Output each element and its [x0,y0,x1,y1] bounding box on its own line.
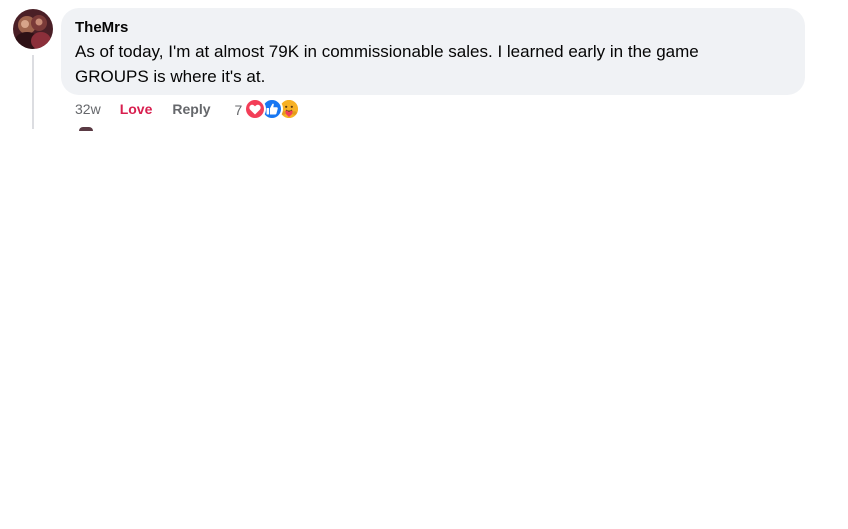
avatar-image [13,9,53,49]
comment-bubble: TheMrs As of today, I'm at almost 79K in… [61,8,805,95]
reactions-summary[interactable]: 7 [235,98,301,120]
comment-text-line-1: As of today, I'm at almost 79K in commis… [75,42,699,61]
reply-avatar-peek [79,127,93,131]
reaction-count: 7 [234,102,243,118]
love-reaction-icon [244,98,267,120]
thread-line [32,55,34,129]
comment-timestamp[interactable]: 32w [75,101,101,117]
comment-text-line-2: GROUPS is where it's at. [75,67,266,86]
comment-author[interactable]: TheMrs [75,18,791,37]
comment-text: As of today, I'm at almost 79K in commis… [75,39,791,89]
avatar[interactable] [13,9,53,49]
comment-actions: 32w Love Reply 7 [75,98,301,120]
love-button[interactable]: Love [120,101,153,117]
reaction-icons [244,98,301,120]
reply-button[interactable]: Reply [172,101,210,117]
